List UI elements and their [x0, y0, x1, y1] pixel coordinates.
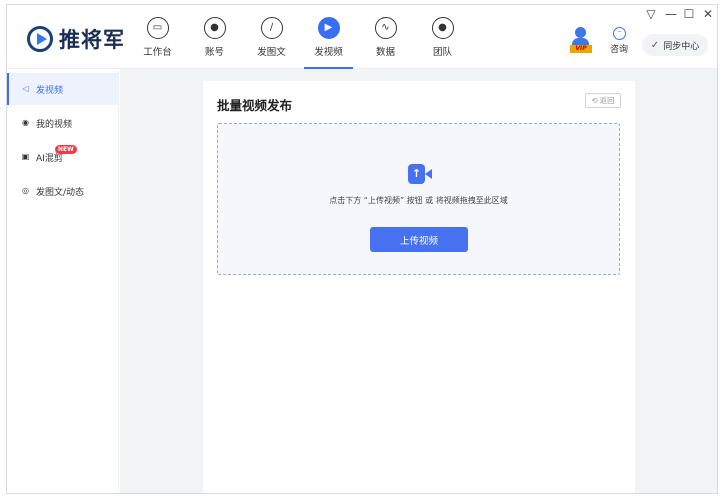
new-badge: NEW	[55, 145, 77, 154]
nav-label: 工作台	[143, 47, 172, 58]
vip-badge: VIP	[570, 45, 592, 53]
app-window: 推将军 ▭ 工作台 ● 账号 ∕ 发图文 ▶ 发视频 ∿ 数据 ● 团队 VIP…	[6, 4, 718, 494]
back-icon: ⟲	[591, 96, 598, 105]
brand-name: 推将军	[59, 28, 125, 52]
nav-item-post-video[interactable]: ▶ 发视频	[300, 5, 357, 69]
nav-label: 发图文	[257, 47, 286, 58]
logo-play-icon	[27, 26, 53, 52]
chart-icon: ∿	[374, 17, 397, 39]
sidebar-item-label: 我的视频	[36, 119, 73, 130]
upload-video-button[interactable]: 上传视频	[370, 227, 468, 252]
nav-label: 发视频	[314, 47, 343, 58]
nav-item-team[interactable]: ● 团队	[414, 5, 471, 69]
app-logo: 推将军	[27, 24, 125, 54]
nav-label: 账号	[204, 47, 224, 58]
publish-panel: 批量视频发布 ⟲ 返回 ↑ 点击下方 “上传视频” 按钮 或 将视频拖拽至此区域…	[203, 81, 635, 493]
play-circle-icon: ◉	[22, 118, 29, 127]
play-icon: ▶	[317, 17, 340, 39]
consult-label: 咨询	[609, 45, 628, 55]
nav-item-data[interactable]: ∿ 数据	[357, 5, 414, 69]
team-icon: ●	[431, 17, 454, 39]
main-nav: ▭ 工作台 ● 账号 ∕ 发图文 ▶ 发视频 ∿ 数据 ● 团队	[129, 5, 471, 69]
sidebar-item-post-article[interactable]: ◎ 发图文/动态	[7, 175, 119, 207]
top-bar: 推将军 ▭ 工作台 ● 账号 ∕ 发图文 ▶ 发视频 ∿ 数据 ● 团队 VIP…	[7, 5, 717, 69]
check-icon: ✓	[650, 39, 660, 51]
sidebar-item-my-videos[interactable]: ◉ 我的视频	[7, 107, 119, 139]
nav-item-workbench[interactable]: ▭ 工作台	[129, 5, 186, 69]
back-label: 返回	[599, 96, 615, 105]
nav-label: 数据	[375, 47, 395, 58]
avatar-head	[575, 27, 586, 38]
camera-lens-shape	[425, 169, 432, 179]
menu-dropdown-icon[interactable]: ▽	[644, 7, 658, 21]
sidebar-item-label: 发图文/动态	[36, 187, 85, 198]
page-title: 批量视频发布	[217, 98, 293, 113]
feather-icon: ∕	[260, 17, 283, 39]
sidebar-item-post-video[interactable]: ◁ 发视频	[7, 73, 119, 105]
main-content: 批量视频发布 ⟲ 返回 ↑ 点击下方 “上传视频” 按钮 或 将视频拖拽至此区域…	[120, 69, 717, 493]
vip-avatar[interactable]: VIP	[570, 27, 592, 53]
user-icon: ●	[203, 17, 226, 39]
sync-center-button[interactable]: ✓ 同步中心	[642, 34, 708, 56]
send-icon: ◁	[22, 84, 29, 93]
nav-item-post-article[interactable]: ∕ 发图文	[243, 5, 300, 69]
monitor-icon: ▭	[146, 17, 169, 39]
sidebar-item-ai-remix[interactable]: ▣ AI混剪 NEW	[7, 141, 119, 173]
sidebar: ◁ 发视频 ◉ 我的视频 ▣ AI混剪 NEW ◎ 发图文/动态	[7, 69, 119, 493]
maximize-icon[interactable]: ☐	[682, 7, 696, 21]
minimize-icon[interactable]: —	[664, 7, 678, 21]
video-upload-icon: ↑	[408, 164, 432, 184]
close-icon[interactable]: ✕	[701, 7, 715, 21]
back-button[interactable]: ⟲ 返回	[585, 93, 621, 108]
upload-arrow-icon: ↑	[408, 164, 425, 184]
video-drop-zone[interactable]: ↑ 点击下方 “上传视频” 按钮 或 将视频拖拽至此区域 上传视频	[217, 123, 620, 275]
robot-icon: ▣	[21, 152, 30, 161]
chat-icon: ···	[612, 27, 626, 40]
compass-icon: ◎	[22, 186, 29, 195]
drop-hint-text: 点击下方 “上传视频” 按钮 或 将视频拖拽至此区域	[329, 196, 508, 205]
nav-label: 团队	[432, 47, 452, 58]
sidebar-item-label: 发视频	[36, 85, 64, 96]
sync-center-label: 同步中心	[663, 41, 700, 52]
consult-button[interactable]: ··· 咨询	[607, 27, 631, 55]
nav-item-accounts[interactable]: ● 账号	[186, 5, 243, 69]
